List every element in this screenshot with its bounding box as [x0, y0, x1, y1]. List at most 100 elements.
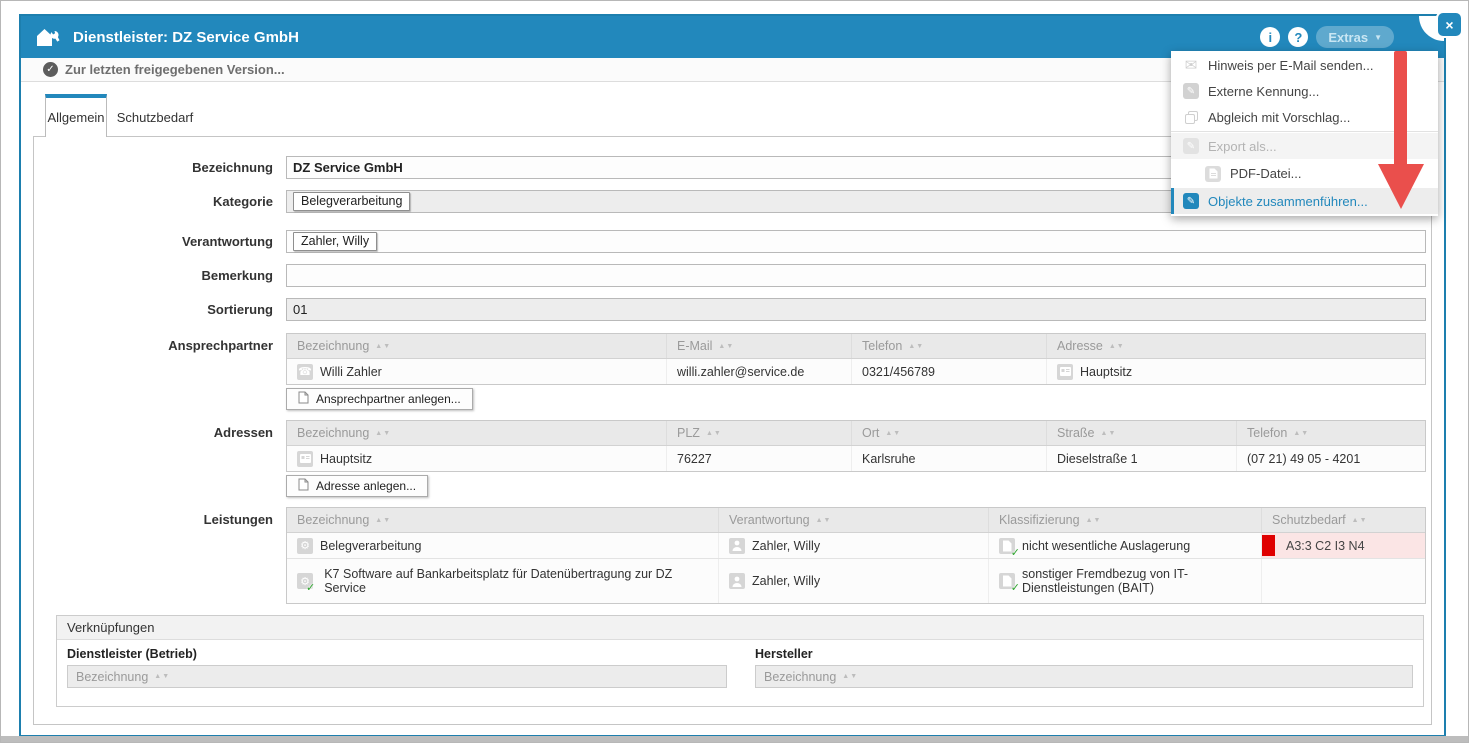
column-header: Ort	[862, 426, 879, 440]
sort-icon[interactable]: ▲▼	[154, 673, 170, 680]
sort-icon[interactable]: ▲▼	[842, 673, 858, 680]
help-icon[interactable]: ?	[1288, 27, 1308, 47]
sortierung-value: 01	[293, 302, 307, 317]
close-icon[interactable]: ×	[1438, 13, 1461, 36]
allgemein-tab-panel: Bezeichnung DZ Service GmbH Kategorie Be…	[33, 136, 1432, 725]
hersteller-table-header: Bezeichnung ▲▼	[755, 665, 1413, 688]
leistung-verantwortung[interactable]: Zahler, Willy	[752, 574, 820, 588]
page-title: Dienstleister: DZ Service GmbH	[73, 29, 299, 46]
leistung-klassifizierung: nicht wesentliche Auslagerung	[1022, 539, 1190, 553]
column-header: Klassifizierung	[999, 513, 1080, 527]
person-icon	[729, 538, 745, 554]
extras-button-label: Extras	[1328, 30, 1368, 45]
column-header: Schutzbedarf	[1272, 513, 1346, 527]
new-document-icon	[298, 478, 309, 494]
sort-icon[interactable]: ▲▼	[1109, 343, 1125, 350]
address-card-icon	[1057, 364, 1073, 380]
dienstleister-betrieb-label: Dienstleister (Betrieb)	[67, 647, 197, 661]
sort-icon[interactable]: ▲▼	[706, 430, 722, 437]
menu-item-label: PDF-Datei...	[1230, 166, 1302, 181]
menu-item-label: Abgleich mit Vorschlag...	[1208, 110, 1350, 125]
leistung-name[interactable]: K7 Software auf Bankarbeitsplatz für Dat…	[324, 567, 710, 595]
sort-icon[interactable]: ▲▼	[375, 343, 391, 350]
leistung-name[interactable]: Belegverarbeitung	[320, 539, 421, 553]
button-label: Adresse anlegen...	[316, 479, 416, 493]
column-header: Bezeichnung	[297, 426, 369, 440]
sortierung-field[interactable]: 01	[286, 298, 1426, 321]
adresse-anlegen-button[interactable]: Adresse anlegen...	[286, 475, 428, 497]
bezeichnung-label: Bezeichnung	[34, 160, 273, 175]
contact-address[interactable]: Hauptsitz	[1080, 365, 1132, 379]
taskbar-strip	[1, 736, 1468, 742]
extras-button[interactable]: Extras ▼	[1316, 26, 1394, 48]
address-card-icon	[297, 451, 313, 467]
last-released-version-link[interactable]: Zur letzten freigegebenen Version...	[65, 62, 285, 77]
check-circle-icon: ✓	[43, 62, 58, 77]
contact-phone-icon: ☎	[297, 364, 313, 380]
sort-icon[interactable]: ▲▼	[1086, 517, 1102, 524]
verantwortung-chip[interactable]: Zahler, Willy	[293, 232, 377, 251]
bemerkung-field[interactable]	[286, 264, 1426, 287]
sort-icon[interactable]: ▲▼	[375, 517, 391, 524]
contact-email: willi.zahler@service.de	[677, 365, 804, 379]
table-header-row: Bezeichnung▲▼ Verantwortung▲▼ Klassifizi…	[287, 508, 1425, 533]
leistung-klassifizierung: sonstiger Fremdbezug von IT-Dienstleistu…	[1022, 567, 1247, 595]
sort-icon[interactable]: ▲▼	[908, 343, 924, 350]
leistungen-table: Bezeichnung▲▼ Verantwortung▲▼ Klassifizi…	[286, 507, 1426, 604]
menu-item-label: Export als...	[1208, 139, 1277, 154]
sort-icon[interactable]: ▲▼	[816, 517, 832, 524]
verknuepfungen-section: Verknüpfungen Dienstleister (Betrieb) Be…	[56, 615, 1424, 707]
info-icon[interactable]: i	[1260, 27, 1280, 47]
check-icon: ✓	[1011, 546, 1020, 559]
verantwortung-label: Verantwortung	[34, 234, 273, 249]
tab-schutzbedarf[interactable]: Schutzbedarf	[107, 98, 203, 136]
schutzbedarf-level-flag	[1262, 535, 1275, 556]
sort-icon[interactable]: ▲▼	[885, 430, 901, 437]
leistung-verantwortung[interactable]: Zahler, Willy	[752, 539, 820, 553]
classification-doc-checked-icon: ✓	[999, 538, 1015, 554]
classification-doc-checked-icon: ✓	[999, 573, 1015, 589]
sort-icon[interactable]: ▲▼	[718, 343, 734, 350]
sortierung-label: Sortierung	[34, 302, 273, 317]
sort-icon[interactable]: ▲▼	[1101, 430, 1117, 437]
pencil-square-icon: ✎	[1183, 83, 1199, 99]
annotation-arrow	[1394, 51, 1407, 165]
adressen-label: Adressen	[34, 425, 273, 440]
column-header: E-Mail	[677, 339, 712, 353]
contact-name[interactable]: Willi Zahler	[320, 365, 382, 379]
menu-item-label: Hinweis per E-Mail senden...	[1208, 58, 1373, 73]
new-document-icon	[298, 391, 309, 407]
copy-icon	[1183, 109, 1199, 125]
kategorie-chip[interactable]: Belegverarbeitung	[293, 192, 410, 211]
ansprechpartner-label: Ansprechpartner	[34, 338, 273, 353]
address-name[interactable]: Hauptsitz	[320, 452, 372, 466]
dienstleister-betrieb-table-header: Bezeichnung ▲▼	[67, 665, 727, 688]
check-icon: ✓	[1011, 581, 1020, 594]
sort-icon[interactable]: ▲▼	[375, 430, 391, 437]
leistungen-label: Leistungen	[34, 512, 273, 527]
sort-icon[interactable]: ▲▼	[1352, 517, 1368, 524]
table-row[interactable]: ⚙Belegverarbeitung Zahler, Willy ✓ nicht…	[287, 533, 1425, 558]
adressen-table: Bezeichnung▲▼ PLZ▲▼ Ort▲▼ Straße▲▼ Telef…	[286, 420, 1426, 472]
column-header: Adresse	[1057, 339, 1103, 353]
table-row[interactable]: ⚙✓K7 Software auf Bankarbeitsplatz für D…	[287, 558, 1425, 603]
column-header: Straße	[1057, 426, 1095, 440]
pdf-icon	[1205, 166, 1221, 182]
verantwortung-field[interactable]: Zahler, Willy	[286, 230, 1426, 253]
table-row[interactable]: Hauptsitz 76227 Karlsruhe Dieselstraße 1…	[287, 446, 1425, 471]
application-window: Dienstleister: DZ Service GmbH i ? Extra…	[0, 0, 1469, 743]
menu-item-label: Externe Kennung...	[1208, 84, 1319, 99]
ansprechpartner-anlegen-button[interactable]: Ansprechpartner anlegen...	[286, 388, 473, 410]
table-row[interactable]: ☎Willi Zahler willi.zahler@service.de 03…	[287, 359, 1425, 384]
sort-icon[interactable]: ▲▼	[1293, 430, 1309, 437]
table-header-row: Bezeichnung▲▼ PLZ▲▼ Ort▲▼ Straße▲▼ Telef…	[287, 421, 1425, 446]
address-telefon: (07 21) 49 05 - 4201	[1247, 452, 1360, 466]
dienstleister-icon	[35, 25, 61, 49]
envelope-icon: ✉	[1183, 57, 1199, 73]
ansprechpartner-table: Bezeichnung▲▼ E-Mail▲▼ Telefon▲▼ Adresse…	[286, 333, 1426, 385]
column-header: Bezeichnung	[764, 670, 836, 684]
column-header: Bezeichnung	[76, 670, 148, 684]
column-header: Bezeichnung	[297, 339, 369, 353]
tab-allgemein[interactable]: Allgemein	[45, 94, 107, 137]
check-icon: ✓	[306, 581, 315, 594]
